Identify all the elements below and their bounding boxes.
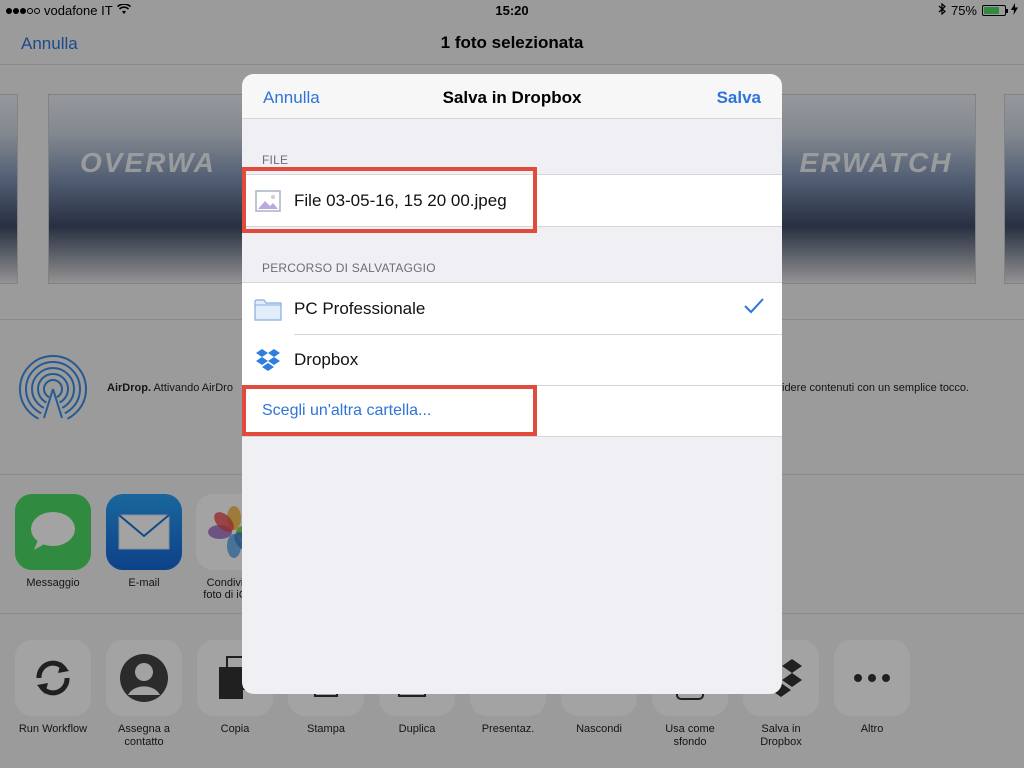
file-section-header: FILE xyxy=(262,153,289,167)
dialog-navbar: Annulla Salva in Dropbox Salva xyxy=(242,74,782,119)
save-to-dropbox-dialog: Annulla Salva in Dropbox Salva FILE File… xyxy=(242,74,782,694)
image-file-icon xyxy=(254,187,282,215)
folder-icon xyxy=(254,295,282,323)
save-button[interactable]: Salva xyxy=(717,88,761,108)
save-path-section: PC Professionale Dropbox Scegli un'altra… xyxy=(242,282,782,437)
file-section: File 03-05-16, 15 20 00.jpeg xyxy=(242,174,782,227)
location-label: Dropbox xyxy=(294,349,359,369)
file-name-row[interactable]: File 03-05-16, 15 20 00.jpeg xyxy=(242,175,782,226)
dialog-title: Salva in Dropbox xyxy=(442,88,582,107)
location-row-dropbox[interactable]: Dropbox xyxy=(242,334,782,385)
file-name: File 03-05-16, 15 20 00.jpeg xyxy=(294,190,507,210)
choose-other-folder-link[interactable]: Scegli un'altra cartella... xyxy=(262,402,431,420)
location-label: PC Professionale xyxy=(294,298,426,318)
save-path-section-header: PERCORSO DI SALVATAGGIO xyxy=(262,261,436,275)
choose-other-folder-row[interactable]: Scegli un'altra cartella... xyxy=(242,385,782,436)
dropbox-icon xyxy=(254,346,282,374)
checkmark-icon xyxy=(744,298,764,319)
location-row-pc-professionale[interactable]: PC Professionale xyxy=(242,283,782,334)
